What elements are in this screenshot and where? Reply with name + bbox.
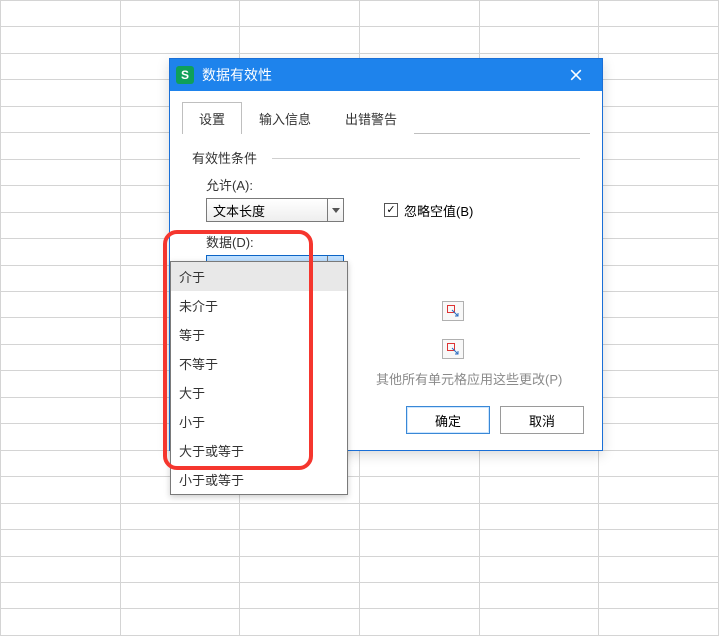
apply-changes-note: 其他所有单元格应用这些更改(P) <box>376 369 580 388</box>
app-icon: S <box>176 66 194 84</box>
allow-label: 允许(A): <box>206 175 580 194</box>
ignore-blank-label: 忽略空值(B) <box>404 201 473 220</box>
dropdown-option[interactable]: 不等于 <box>171 349 347 378</box>
dropdown-option[interactable]: 大于 <box>171 378 347 407</box>
dropdown-option[interactable]: 未介于 <box>171 291 347 320</box>
dropdown-option[interactable]: 介于 <box>171 262 347 291</box>
dropdown-option[interactable]: 等于 <box>171 320 347 349</box>
ignore-blank-checkbox[interactable]: ✓ <box>384 203 398 217</box>
tab-error-alert[interactable]: 出错警告 <box>328 102 414 134</box>
range-select-icon[interactable] <box>442 339 464 359</box>
chevron-down-icon <box>327 199 343 221</box>
tab-settings[interactable]: 设置 <box>182 102 242 134</box>
titlebar[interactable]: S 数据有效性 <box>170 59 602 91</box>
allow-combobox[interactable]: 文本长度 <box>206 198 344 222</box>
allow-combobox-value: 文本长度 <box>213 201 265 220</box>
tabs: 设置 输入信息 出错警告 <box>182 101 590 134</box>
ok-button[interactable]: 确定 <box>406 406 490 434</box>
dialog-title: 数据有效性 <box>202 65 556 85</box>
cancel-button[interactable]: 取消 <box>500 406 584 434</box>
group-validity: 有效性条件 <box>192 148 580 167</box>
dropdown-option[interactable]: 小于或等于 <box>171 465 347 494</box>
data-combobox-dropdown[interactable]: 介于 未介于 等于 不等于 大于 小于 大于或等于 小于或等于 <box>170 261 348 495</box>
close-button[interactable] <box>556 59 596 91</box>
dropdown-option[interactable]: 小于 <box>171 407 347 436</box>
data-label: 数据(D): <box>206 232 580 251</box>
tab-input-message[interactable]: 输入信息 <box>242 102 328 134</box>
dropdown-option[interactable]: 大于或等于 <box>171 436 347 465</box>
range-select-icon[interactable] <box>442 301 464 321</box>
